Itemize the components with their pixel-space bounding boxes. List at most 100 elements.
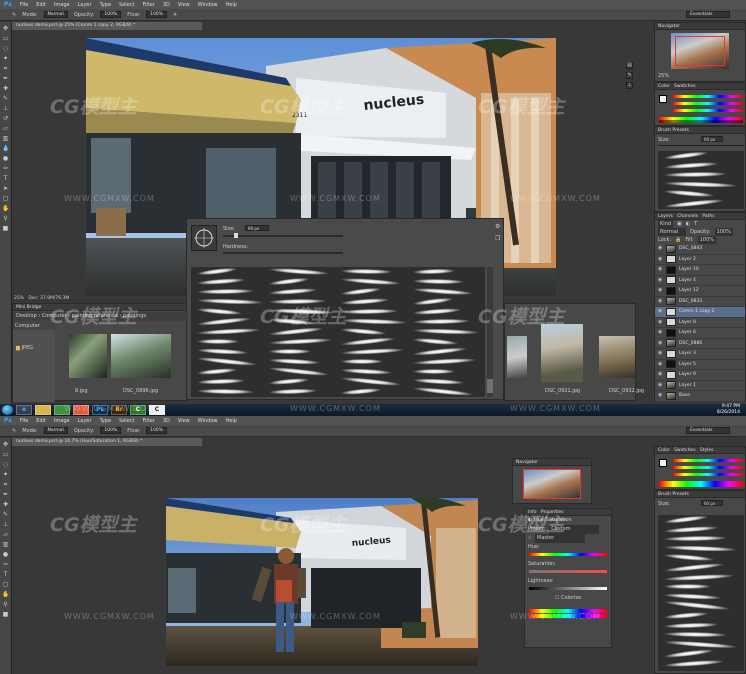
visibility-eye-icon[interactable]: ◉	[658, 351, 663, 356]
brush-stroke-preview[interactable]	[268, 276, 309, 287]
tree-tab-computer[interactable]: Computer	[13, 322, 55, 330]
path-computer[interactable]: Computer	[42, 313, 67, 319]
brush-stroke-preview[interactable]	[412, 346, 468, 357]
navigator-zoom[interactable]: 25%	[658, 73, 669, 79]
brush-stroke-preview[interactable]	[663, 535, 728, 542]
menu-view[interactable]: View	[178, 2, 190, 8]
visibility-eye-icon[interactable]: ◉	[658, 319, 663, 325]
picker-size-slider[interactable]	[223, 235, 343, 237]
brush-stroke-preview[interactable]	[413, 369, 456, 374]
opacity-field[interactable]: 100%	[100, 11, 122, 18]
layer-row[interactable]: ◉ DSC_0833	[655, 297, 745, 307]
brush-presets-list-b[interactable]	[658, 514, 744, 671]
menu-filter[interactable]: Filter	[142, 2, 154, 8]
layer-row[interactable]: ◉ Layer 9	[655, 370, 745, 381]
brush-stroke-preview[interactable]	[196, 347, 249, 356]
saturation-slider[interactable]	[529, 570, 607, 573]
brush-stroke-preview[interactable]	[663, 160, 718, 170]
pen-tool-icon[interactable]: ✑	[2, 165, 9, 172]
taskbar-explorer-icon[interactable]	[35, 405, 51, 415]
clone-stamp-icon[interactable]: ⊥	[2, 105, 9, 112]
visibility-eye-icon[interactable]: ◉	[658, 267, 663, 272]
move-tool-icon[interactable]: ✥	[2, 441, 9, 448]
picker-scrollbar[interactable]	[487, 267, 493, 397]
layer-row[interactable]: ◉ Layer 10	[655, 265, 745, 276]
visibility-eye-icon[interactable]: ◉	[658, 288, 663, 293]
layer-row[interactable]: ◉ DSC_0886	[655, 339, 745, 349]
brush-stroke-preview[interactable]	[196, 355, 257, 368]
path-painting-ref[interactable]: painting reference	[72, 313, 118, 319]
brush-stroke-preview[interactable]	[663, 572, 734, 582]
brush-stroke-preview[interactable]	[663, 648, 715, 660]
crop-tool-icon[interactable]: ⌗	[2, 65, 9, 72]
filter-type-icon[interactable]: T	[694, 220, 697, 228]
brush-stroke-preview[interactable]	[340, 286, 381, 297]
brush-stroke-preview[interactable]	[196, 327, 260, 336]
taskbar-media-icon[interactable]	[54, 405, 70, 415]
brush-stroke-preview[interactable]	[663, 553, 715, 563]
brush-angle-icon[interactable]	[192, 226, 216, 250]
color-ramp[interactable]	[659, 117, 743, 123]
color-slider-g[interactable]	[673, 102, 743, 105]
zoom-tool-icon[interactable]: ⚲	[2, 601, 9, 608]
lasso-tool-icon[interactable]: ◌	[2, 461, 9, 468]
menu-view-b[interactable]: View	[178, 418, 190, 424]
brush-stroke-preview[interactable]	[663, 188, 715, 199]
brush-stroke-preview[interactable]	[340, 297, 390, 306]
crop-tool-icon[interactable]: ⌗	[2, 481, 9, 488]
navigator-view-box[interactable]	[675, 36, 725, 66]
eraser-icon[interactable]: ▱	[2, 531, 9, 538]
layer-row[interactable]: ◉ Layer 6	[655, 328, 745, 339]
layer-kind-filter[interactable]: Kind	[658, 220, 674, 228]
history-brush-icon[interactable]: ↺	[2, 115, 9, 122]
brush-stroke-preview[interactable]	[268, 326, 324, 337]
healing-brush-icon[interactable]: ✚	[2, 85, 9, 92]
visibility-eye-icon[interactable]: ◉	[658, 382, 663, 388]
brush-stroke-preview[interactable]	[196, 297, 263, 306]
brush-stroke-preview[interactable]	[340, 387, 381, 396]
eyedropper-icon[interactable]: ✒	[2, 491, 9, 498]
brush-tool-icon[interactable]: ✎	[2, 511, 9, 518]
foreground-color-swatch-b[interactable]	[659, 459, 667, 467]
marquee-tool-icon[interactable]: ▭	[2, 451, 9, 458]
taskbar-ie-icon[interactable]: e	[16, 405, 32, 415]
healing-brush-icon[interactable]: ✚	[2, 501, 9, 508]
brush-stroke-preview[interactable]	[664, 584, 712, 590]
brush-stroke-preview[interactable]	[412, 357, 476, 366]
brush-stroke-preview[interactable]	[268, 365, 329, 378]
brush-stroke-preview[interactable]	[663, 658, 725, 669]
opacity-field-b[interactable]: 100%	[100, 427, 122, 434]
brush-stroke-preview[interactable]	[412, 318, 470, 325]
workspace-select-b[interactable]: Essentials	[686, 427, 730, 434]
menu-window[interactable]: Window	[198, 2, 218, 8]
start-button[interactable]	[2, 405, 13, 415]
brush-stroke-preview[interactable]	[340, 276, 401, 287]
brush-stroke-preview[interactable]	[663, 197, 725, 209]
brush-stroke-preview[interactable]	[196, 307, 243, 316]
brush-stroke-preview[interactable]	[340, 336, 396, 347]
picker-size-field[interactable]: 60 px	[245, 225, 269, 231]
brush-stroke-preview[interactable]	[412, 278, 465, 285]
layer-row[interactable]: ◉ Layer 5	[655, 360, 745, 370]
brush-stroke-preview[interactable]	[340, 268, 393, 275]
brush-stroke-preview[interactable]	[268, 307, 335, 316]
layer-row[interactable]: ◉ Comm 1 copy 2	[655, 307, 745, 318]
hand-tool-icon[interactable]: ✋	[2, 591, 9, 598]
eyedropper-icon[interactable]: ✒	[2, 75, 9, 82]
shape-tool-icon[interactable]: ▢	[2, 581, 9, 588]
brush-stroke-preview[interactable]	[196, 388, 254, 395]
path-desktop[interactable]: Desktop	[16, 313, 37, 319]
menu-edit-b[interactable]: Edit	[36, 418, 46, 424]
tab-channels[interactable]: Channels	[677, 214, 698, 219]
quick-select-icon[interactable]: ✦	[2, 55, 9, 62]
tab-color[interactable]: Color	[658, 84, 670, 89]
mode-select-b[interactable]: Normal	[43, 427, 68, 434]
brush-stroke-preview[interactable]	[268, 266, 329, 277]
brush-stroke-preview[interactable]	[268, 388, 318, 395]
brush-tool-icon[interactable]: ✎	[12, 12, 16, 18]
tab-info[interactable]: Info	[528, 510, 537, 515]
menu-help[interactable]: Help	[226, 2, 237, 8]
workspace-select[interactable]: Essentials	[686, 11, 730, 18]
layer-row[interactable]: ◉ Layer 8	[655, 318, 745, 328]
filter-pixel-icon[interactable]: ▣	[677, 220, 682, 228]
